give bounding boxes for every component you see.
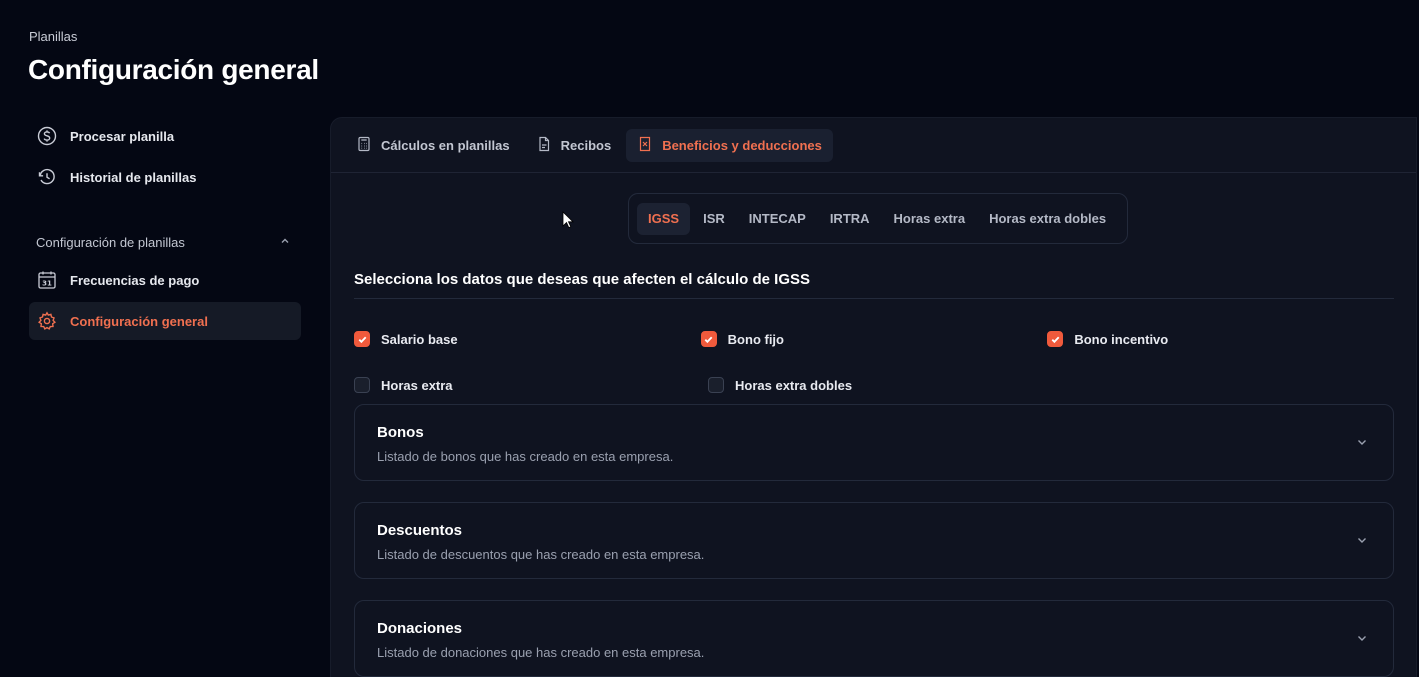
history-icon <box>37 167 57 187</box>
tab-label: Recibos <box>560 137 612 153</box>
accordion-bonos[interactable]: Bonos Listado de bonos que has creado en… <box>354 404 1394 481</box>
checkbox-bono-incentivo[interactable]: Bono incentivo <box>1047 331 1394 347</box>
sidebar: Procesar planilla Historial de planillas… <box>29 117 301 340</box>
sidebar-item-procesar-planilla[interactable]: Procesar planilla <box>29 117 301 155</box>
subtab-horas-extra-dobles[interactable]: Horas extra dobles <box>978 203 1117 235</box>
accordion-title: Bonos <box>377 424 424 441</box>
sidebar-section-configuracion-de-planillas[interactable]: Configuración de planillas <box>29 229 301 255</box>
tab-label: Beneficios y deducciones <box>662 137 822 153</box>
subtab-bar: IGSS ISR INTECAP IRTRA Horas extra Horas… <box>628 193 1129 244</box>
tab-bar: Cálculos en planillas Recibos Beneficios… <box>331 118 1416 173</box>
chevron-down-icon <box>1358 636 1366 641</box>
subtab-isr[interactable]: ISR <box>692 203 736 235</box>
gear-icon <box>37 311 57 331</box>
checkbox-label: Bono incentivo <box>1074 331 1169 347</box>
checkbox-label: Salario base <box>381 331 458 347</box>
dollar-circle-icon <box>37 126 57 146</box>
accordion-donaciones[interactable]: Donaciones Listado de donaciones que has… <box>354 600 1394 677</box>
sidebar-item-label: Historial de planillas <box>70 169 197 185</box>
sidebar-item-label: Procesar planilla <box>70 128 175 144</box>
accordion-description: Listado de bonos que has creado en esta … <box>377 449 674 464</box>
calendar-icon-date: 31 <box>42 280 52 288</box>
checkbox-box[interactable] <box>1047 331 1064 347</box>
section-heading: Selecciona los datos que deseas que afec… <box>354 271 1394 299</box>
calculator-icon <box>356 136 381 155</box>
main-panel: Cálculos en planillas Recibos Beneficios… <box>330 117 1417 677</box>
subtab-horas-extra[interactable]: Horas extra <box>883 203 977 235</box>
tab-calculos-en-planillas[interactable]: Cálculos en planillas <box>345 129 521 162</box>
subtab-irtra[interactable]: IRTRA <box>819 203 881 235</box>
chevron-up-icon <box>279 235 291 250</box>
checkbox-salario-base[interactable]: Salario base <box>354 331 701 347</box>
accordion-description: Listado de descuentos que has creado en … <box>377 547 705 562</box>
checkbox-row: Salario base Bono fijo Bono incentivo <box>354 316 1394 362</box>
subtab-intecap[interactable]: INTECAP <box>738 203 817 235</box>
accordion-descuentos[interactable]: Descuentos Listado de descuentos que has… <box>354 502 1394 579</box>
sidebar-item-configuracion-general[interactable]: Configuración general <box>29 302 301 340</box>
sidebar-section-label: Configuración de planillas <box>36 234 185 250</box>
accordion-description: Listado de donaciones que has creado en … <box>377 645 705 660</box>
tab-beneficios-y-deducciones[interactable]: Beneficios y deducciones <box>626 128 833 162</box>
mouse-cursor-icon <box>562 211 574 229</box>
checkbox-box[interactable] <box>354 331 370 347</box>
checkbox-label: Horas extra dobles <box>735 377 853 393</box>
tab-recibos[interactable]: Recibos <box>525 129 623 162</box>
checkbox-group: Salario base Bono fijo Bono incentivo Ho… <box>354 316 1394 408</box>
calendar-icon: 31 <box>37 270 57 290</box>
sidebar-item-frecuencias-de-pago[interactable]: 31 Frecuencias de pago <box>29 261 301 299</box>
tab-label: Cálculos en planillas <box>381 137 510 153</box>
checkbox-box[interactable] <box>708 377 724 393</box>
sidebar-item-label: Frecuencias de pago <box>70 272 200 288</box>
checkbox-box[interactable] <box>700 331 717 347</box>
sidebar-item-label: Configuración general <box>70 313 208 329</box>
checkbox-bono-fijo[interactable]: Bono fijo <box>700 331 1048 347</box>
checkbox-label: Bono fijo <box>727 331 784 347</box>
checkbox-horas-extra-dobles[interactable]: Horas extra dobles <box>708 377 1062 393</box>
checkbox-label: Horas extra <box>381 377 453 393</box>
accordion-title: Donaciones <box>377 620 463 637</box>
receipt-icon <box>637 136 662 155</box>
checkbox-row: Horas extra Horas extra dobles <box>354 362 1394 408</box>
subtab-igss[interactable]: IGSS <box>637 202 691 235</box>
page-title: Configuración general <box>28 54 319 85</box>
breadcrumb[interactable]: Planillas <box>29 29 77 44</box>
checkbox-horas-extra[interactable]: Horas extra <box>354 377 708 393</box>
document-icon <box>536 136 561 155</box>
accordion-title: Descuentos <box>377 522 463 539</box>
checkbox-box[interactable] <box>354 377 370 393</box>
sidebar-item-historial-de-planillas[interactable]: Historial de planillas <box>29 158 301 196</box>
chevron-down-icon <box>1358 440 1366 445</box>
chevron-down-icon <box>1358 538 1366 543</box>
